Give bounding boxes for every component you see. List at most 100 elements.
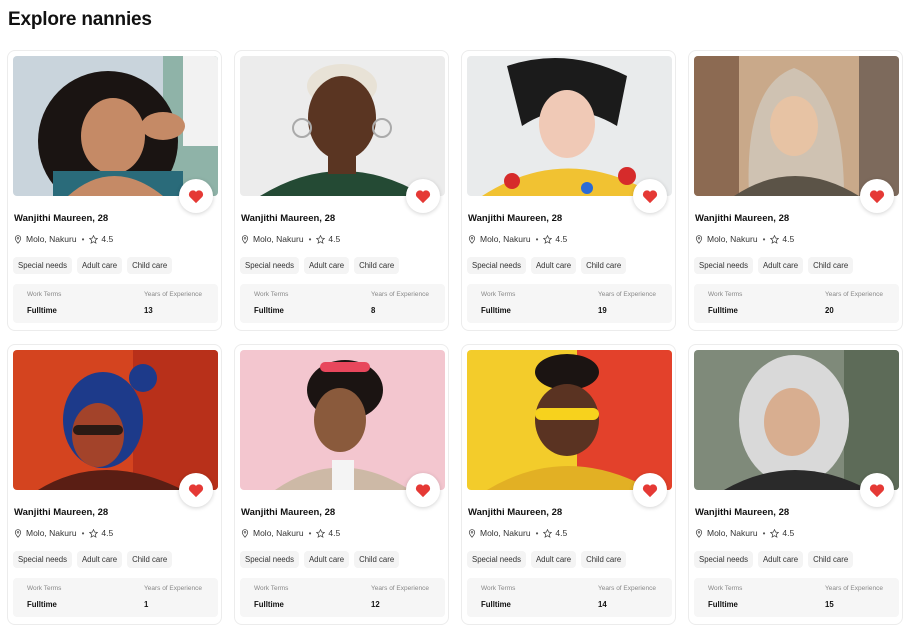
star-icon — [770, 528, 780, 538]
skill-tag: Child care — [808, 257, 854, 274]
work-terms-label: Work Terms — [27, 291, 62, 298]
skill-tag: Adult care — [303, 257, 350, 274]
nanny-card[interactable]: Wanjithi Maureen, 28 Molo, Nakuru • 4.5 … — [234, 50, 449, 331]
experience-value: 14 — [598, 600, 607, 609]
favorite-button[interactable] — [633, 179, 667, 213]
experience-label: Years of Experience — [144, 291, 202, 298]
work-terms-value: Fulltime — [708, 306, 738, 315]
experience-label: Years of Experience — [825, 585, 883, 592]
nanny-name: Wanjithi Maureen, 28 — [468, 213, 563, 224]
nanny-card[interactable]: Wanjithi Maureen, 28 Molo, Nakuru • 4.5 … — [7, 344, 222, 625]
nanny-photo — [694, 56, 899, 196]
nanny-meta: Molo, Nakuru • 4.5 — [468, 528, 567, 538]
work-info-panel: Work Terms Fulltime Years of Experience … — [694, 284, 899, 323]
location-pin-icon — [241, 234, 249, 244]
nanny-meta: Molo, Nakuru • 4.5 — [14, 234, 113, 244]
experience-label: Years of Experience — [371, 291, 429, 298]
nanny-photo — [240, 56, 445, 196]
work-info-panel: Work Terms Fulltime Years of Experience … — [13, 284, 218, 323]
nanny-card[interactable]: Wanjithi Maureen, 28 Molo, Nakuru • 4.5 … — [461, 50, 676, 331]
nanny-rating: 4.5 — [101, 528, 114, 538]
experience-value: 1 — [144, 600, 149, 609]
nanny-rating: 4.5 — [101, 234, 114, 244]
skill-tag: Child care — [127, 551, 173, 568]
skill-tag: Special needs — [467, 551, 526, 568]
location-pin-icon — [695, 528, 703, 538]
nanny-card[interactable]: Wanjithi Maureen, 28 Molo, Nakuru • 4.5 … — [688, 344, 903, 625]
nanny-card[interactable]: Wanjithi Maureen, 28 Molo, Nakuru • 4.5 … — [234, 344, 449, 625]
experience-value: 8 — [371, 306, 376, 315]
nanny-rating: 4.5 — [555, 528, 568, 538]
nanny-meta: Molo, Nakuru • 4.5 — [695, 528, 794, 538]
work-terms-value: Fulltime — [481, 600, 511, 609]
skill-tag: Child care — [581, 257, 627, 274]
experience-label: Years of Experience — [825, 291, 883, 298]
star-icon — [543, 234, 553, 244]
skill-tag: Adult care — [76, 257, 123, 274]
location-pin-icon — [468, 528, 476, 538]
nanny-photo — [694, 350, 899, 490]
favorite-button[interactable] — [179, 179, 213, 213]
nanny-name: Wanjithi Maureen, 28 — [241, 507, 336, 518]
skill-tag: Special needs — [694, 551, 753, 568]
favorite-button[interactable] — [179, 473, 213, 507]
favorite-button[interactable] — [406, 179, 440, 213]
star-icon — [543, 528, 553, 538]
favorite-button[interactable] — [860, 179, 894, 213]
heart-icon — [415, 189, 431, 203]
work-info-panel: Work Terms Fulltime Years of Experience … — [240, 284, 445, 323]
nanny-photo — [467, 56, 672, 196]
nanny-photo — [467, 350, 672, 490]
skill-tag: Adult care — [303, 551, 350, 568]
skill-tag: Special needs — [240, 551, 299, 568]
nanny-card[interactable]: Wanjithi Maureen, 28 Molo, Nakuru • 4.5 … — [7, 50, 222, 331]
nanny-location: Molo, Nakuru — [480, 528, 531, 538]
skill-tags: Special needs Adult care Child care — [694, 551, 854, 568]
experience-label: Years of Experience — [144, 585, 202, 592]
nanny-card[interactable]: Wanjithi Maureen, 28 Molo, Nakuru • 4.5 … — [688, 50, 903, 331]
nanny-location: Molo, Nakuru — [707, 234, 758, 244]
nanny-photo — [13, 350, 218, 490]
skill-tags: Special needs Adult care Child care — [13, 257, 173, 274]
favorite-button[interactable] — [406, 473, 440, 507]
work-terms-label: Work Terms — [481, 291, 516, 298]
separator-dot: • — [762, 234, 766, 244]
work-terms-value: Fulltime — [481, 306, 511, 315]
skill-tag: Adult care — [530, 257, 577, 274]
skill-tag: Special needs — [240, 257, 299, 274]
nanny-name: Wanjithi Maureen, 28 — [241, 213, 336, 224]
heart-icon — [869, 189, 885, 203]
separator-dot: • — [535, 234, 539, 244]
skill-tag: Special needs — [467, 257, 526, 274]
skill-tag: Adult care — [757, 551, 804, 568]
work-terms-value: Fulltime — [27, 600, 57, 609]
skill-tags: Special needs Adult care Child care — [240, 551, 400, 568]
nanny-card[interactable]: Wanjithi Maureen, 28 Molo, Nakuru • 4.5 … — [461, 344, 676, 625]
work-terms-label: Work Terms — [708, 291, 743, 298]
location-pin-icon — [468, 234, 476, 244]
work-terms-value: Fulltime — [254, 306, 284, 315]
nanny-rating: 4.5 — [555, 234, 568, 244]
work-terms-label: Work Terms — [254, 585, 289, 592]
page-title: Explore nannies — [8, 9, 152, 30]
nanny-photo — [13, 56, 218, 196]
nanny-name: Wanjithi Maureen, 28 — [14, 507, 109, 518]
nanny-meta: Molo, Nakuru • 4.5 — [241, 528, 340, 538]
nanny-location: Molo, Nakuru — [26, 528, 77, 538]
heart-icon — [188, 189, 204, 203]
nanny-photo — [240, 350, 445, 490]
nanny-location: Molo, Nakuru — [707, 528, 758, 538]
favorite-button[interactable] — [860, 473, 894, 507]
separator-dot: • — [762, 528, 766, 538]
location-pin-icon — [14, 234, 22, 244]
experience-value: 15 — [825, 600, 834, 609]
separator-dot: • — [308, 528, 312, 538]
skill-tag: Child care — [808, 551, 854, 568]
skill-tags: Special needs Adult care Child care — [467, 551, 627, 568]
favorite-button[interactable] — [633, 473, 667, 507]
skill-tags: Special needs Adult care Child care — [467, 257, 627, 274]
work-terms-value: Fulltime — [708, 600, 738, 609]
skill-tag: Special needs — [13, 551, 72, 568]
heart-icon — [188, 483, 204, 497]
work-info-panel: Work Terms Fulltime Years of Experience … — [467, 578, 672, 617]
